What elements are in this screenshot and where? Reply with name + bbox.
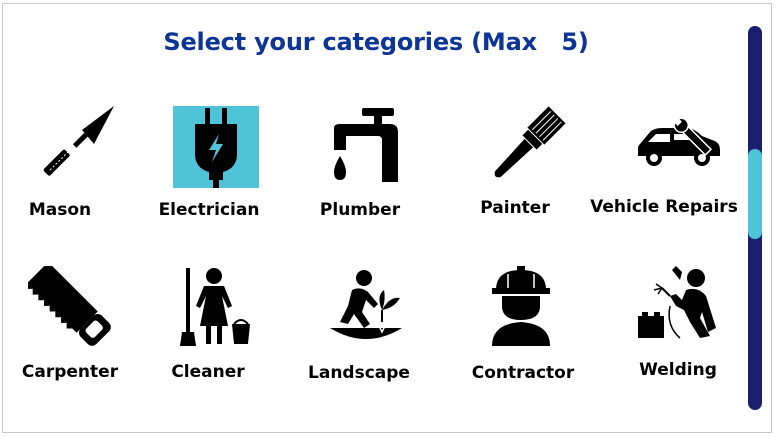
page-title: Select your categories (Max 5) <box>163 28 589 56</box>
category-label: Plumber <box>319 200 401 220</box>
welder-icon <box>638 266 716 339</box>
car-wrench-icon <box>638 118 720 166</box>
category-label: Carpenter <box>21 362 119 382</box>
category-painter[interactable]: Painter <box>456 100 576 230</box>
trowel-icon <box>43 106 114 176</box>
category-label: Painter <box>480 198 550 218</box>
category-label: Electrician <box>158 200 260 220</box>
category-electrician[interactable]: Electrician <box>150 100 270 230</box>
category-cleaner[interactable]: Cleaner <box>150 262 270 392</box>
electric-plug-icon <box>195 108 237 188</box>
cleaning-lady-icon <box>180 268 250 346</box>
saw-icon <box>28 266 111 346</box>
category-label: Welding <box>639 360 717 380</box>
category-plumber[interactable]: Plumber <box>300 100 420 230</box>
category-carpenter[interactable]: Carpenter <box>12 262 132 392</box>
scrollbar-thumb[interactable] <box>748 149 762 239</box>
category-label: Cleaner <box>171 362 245 382</box>
category-landscape[interactable]: Landscape <box>300 262 420 392</box>
category-label: Vehicle Repairs <box>590 197 738 217</box>
faucet-icon <box>334 108 398 182</box>
category-mason[interactable]: Mason <box>22 100 132 230</box>
category-contractor[interactable]: Contractor <box>460 262 586 392</box>
category-label: Mason <box>28 200 92 220</box>
category-label: Contractor <box>471 363 575 383</box>
gardener-icon <box>330 270 402 339</box>
category-welding[interactable]: Welding <box>618 262 738 392</box>
category-vehicle-repairs[interactable]: Vehicle Repairs <box>590 100 740 230</box>
category-label: Landscape <box>308 363 410 383</box>
hard-hat-worker-icon <box>492 266 550 346</box>
paint-brush-icon <box>494 106 566 178</box>
